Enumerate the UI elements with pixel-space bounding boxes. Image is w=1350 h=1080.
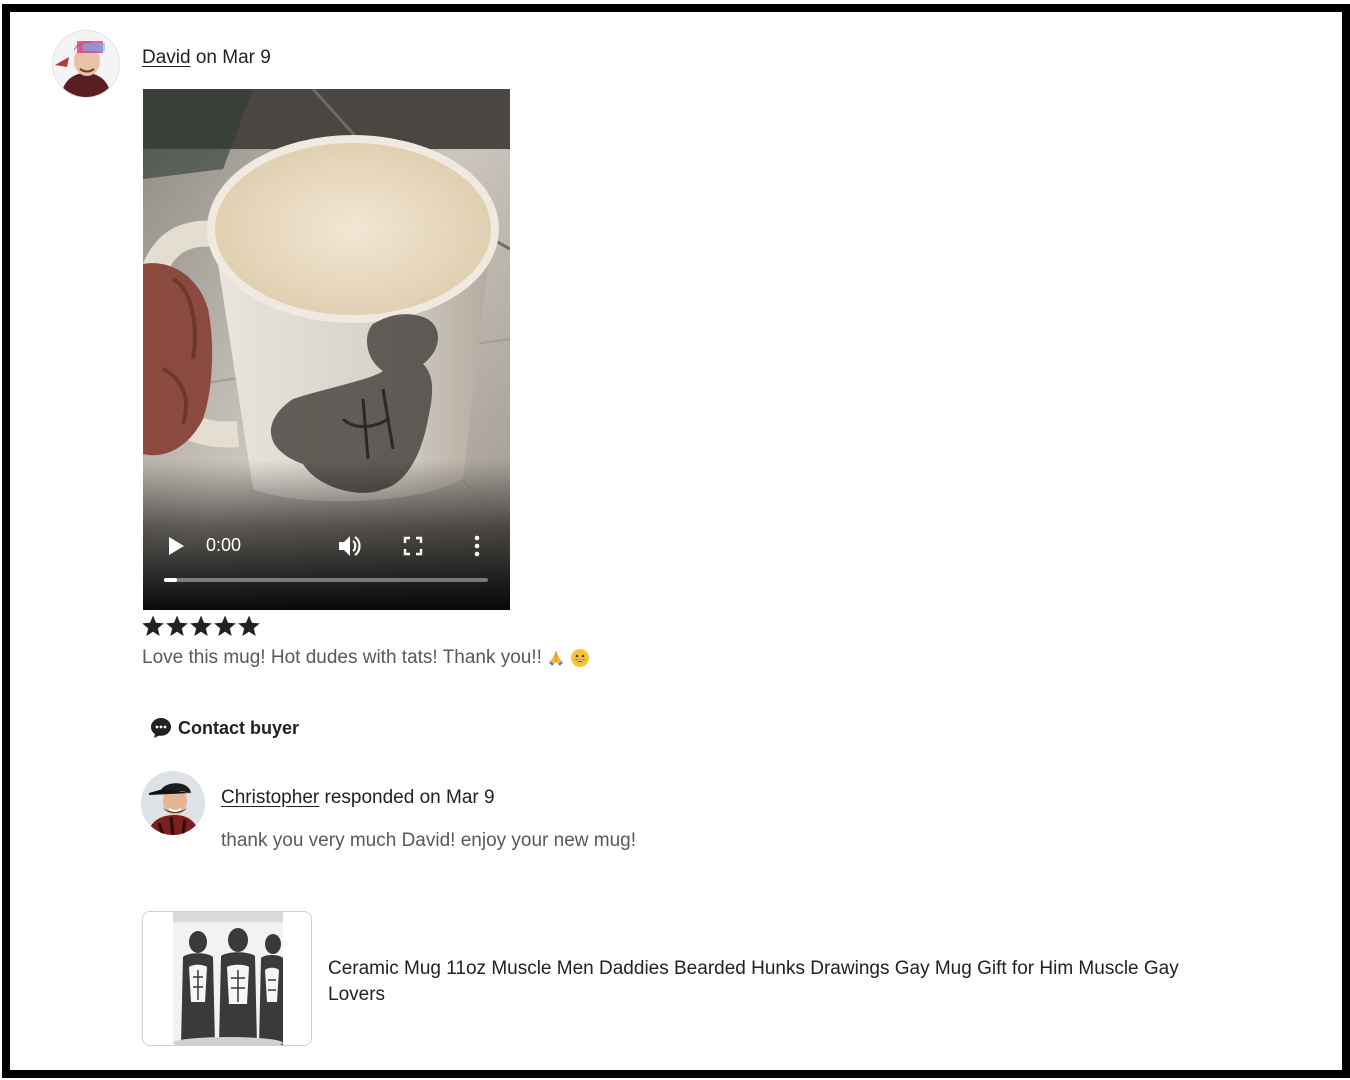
- review-body: Love this mug! Hot dudes with tats! Than…: [142, 647, 542, 668]
- play-button[interactable]: [165, 534, 187, 558]
- response-meta: Christopher responded on Mar 9: [221, 787, 495, 809]
- reviewer-name-link[interactable]: David: [142, 47, 191, 68]
- star-icon: [214, 615, 236, 636]
- product-thumbnail[interactable]: [142, 911, 312, 1046]
- review-text: Love this mug! Hot dudes with tats! Than…: [142, 647, 590, 669]
- video-progress-bar[interactable]: [164, 578, 488, 582]
- star-icon: [166, 615, 188, 636]
- review-video-player[interactable]: 0:00: [143, 89, 510, 610]
- more-vert-icon: [474, 535, 480, 557]
- star-rating: [141, 613, 261, 643]
- volume-button[interactable]: [336, 533, 362, 559]
- review-meta: David on Mar 9: [142, 47, 271, 69]
- folded-hands-emoji: [548, 651, 563, 666]
- video-controls-shade: [143, 460, 510, 610]
- response-text: thank you very much David! enjoy your ne…: [221, 830, 637, 851]
- star-icon: [142, 615, 164, 636]
- contact-buyer-button[interactable]: Contact buyer: [150, 717, 299, 739]
- contact-buyer-label: Contact buyer: [178, 717, 300, 738]
- video-progress-fill: [164, 578, 177, 582]
- star-icon: [190, 615, 212, 636]
- review-date: on Mar 9: [195, 47, 271, 68]
- fullscreen-icon: [403, 536, 423, 556]
- chat-bubble-icon: [151, 718, 171, 738]
- star-icon: [238, 615, 260, 636]
- grinning-face-emoji: [570, 649, 589, 667]
- seller-avatar[interactable]: [141, 771, 205, 835]
- responder-name-link[interactable]: Christopher: [221, 787, 319, 808]
- volume-icon: [339, 536, 361, 556]
- response-date: responded on Mar 9: [324, 787, 495, 808]
- play-icon: [169, 537, 184, 555]
- reviewer-avatar[interactable]: [52, 30, 120, 98]
- fullscreen-button[interactable]: [402, 535, 424, 557]
- more-options-button[interactable]: [469, 533, 485, 559]
- product-title-link[interactable]: Ceramic Mug 11oz Muscle Men Daddies Bear…: [328, 956, 1198, 1008]
- video-time: 0:00: [206, 535, 242, 555]
